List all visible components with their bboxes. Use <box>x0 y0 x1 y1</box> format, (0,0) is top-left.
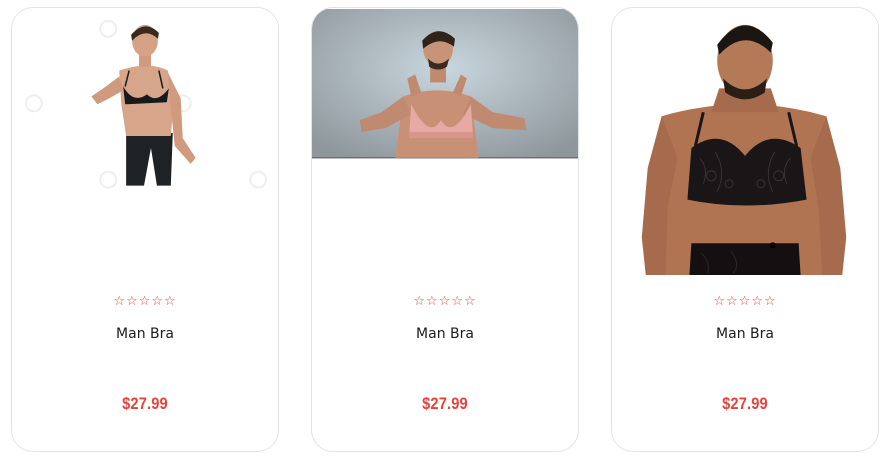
product-title[interactable]: Man Bra <box>312 326 578 342</box>
product-card[interactable]: ☆☆☆☆☆ Man Bra $27.99 <box>311 7 579 452</box>
product-image[interactable] <box>612 8 878 278</box>
product-image[interactable] <box>312 8 578 278</box>
rating-stars: ☆☆☆☆☆ <box>12 294 278 309</box>
product-image[interactable] <box>12 8 278 278</box>
product-price: $27.99 <box>422 394 468 413</box>
star-icon: ☆☆☆☆☆ <box>113 294 177 309</box>
rating-stars: ☆☆☆☆☆ <box>312 294 578 309</box>
product-price: $27.99 <box>722 394 768 413</box>
product-card[interactable]: ☆☆☆☆☆ Man Bra $27.99 <box>11 7 279 452</box>
man-in-black-lace-bra-photo-icon <box>612 9 878 277</box>
star-icon: ☆☆☆☆☆ <box>713 294 777 309</box>
man-in-pink-bra-photo-icon <box>312 9 578 277</box>
rating-stars: ☆☆☆☆☆ <box>612 294 878 309</box>
product-price: $27.99 <box>122 394 168 413</box>
product-title[interactable]: Man Bra <box>612 326 878 342</box>
product-title[interactable]: Man Bra <box>12 326 278 342</box>
man-in-black-bra-photo-icon <box>12 9 278 277</box>
star-icon: ☆☆☆☆☆ <box>413 294 477 309</box>
product-grid: ☆☆☆☆☆ Man Bra $27.99 ☆☆☆☆☆ Man Bra $27.9… <box>0 0 892 459</box>
product-card[interactable]: ☆☆☆☆☆ Man Bra $27.99 <box>611 7 879 452</box>
